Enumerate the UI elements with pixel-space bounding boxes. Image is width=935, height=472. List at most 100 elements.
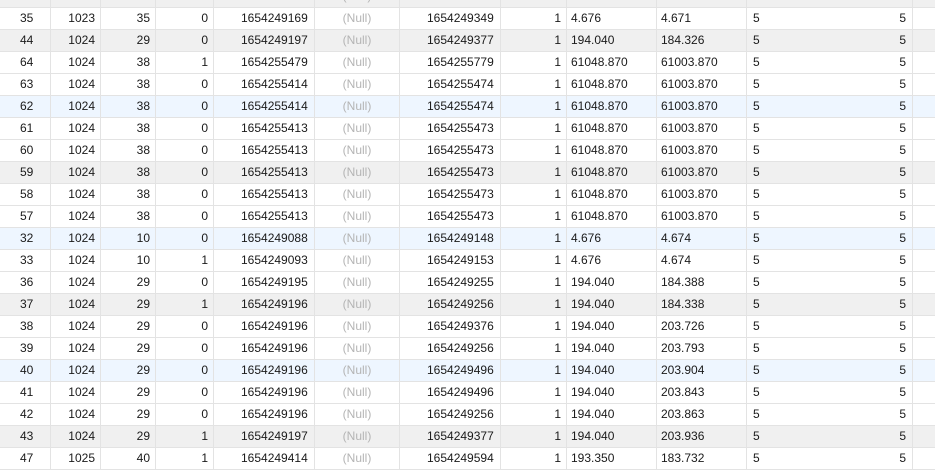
cell-end-time[interactable]: 1654255473 — [400, 118, 501, 139]
cell-flag[interactable]: 1 — [156, 294, 214, 315]
table-row[interactable]: 33 1024 10 1 1654249093 (Null) 1654249153 1 4.67… — [0, 250, 935, 272]
cell-group[interactable]: 1024 — [51, 228, 101, 249]
cell-count-b[interactable]: 5 — [747, 382, 913, 403]
table-row[interactable]: 35 1023 35 0 1654249169 (Null) 1654249349 1 4.67… — [0, 8, 935, 30]
cell-value-b[interactable]: 203.863 — [657, 404, 747, 425]
cell-value-b[interactable]: 183.732 — [657, 448, 747, 469]
cell-start-time[interactable]: 1654249196 — [214, 404, 315, 425]
cell-value-b[interactable]: 61003.870 — [657, 118, 747, 139]
table-row[interactable]: 47 1025 40 1 1654249414 (Null) 1654249594 1 193.… — [0, 448, 935, 470]
cell-count-b[interactable]: 5 — [747, 162, 913, 183]
cell-start-time[interactable]: 1654255413 — [214, 162, 315, 183]
cell-type[interactable]: 38 — [101, 140, 156, 161]
cell-group[interactable]: 1024 — [51, 118, 101, 139]
cell-status[interactable]: 1 — [501, 316, 567, 337]
cell-value-a[interactable]: 194.040 — [567, 404, 657, 425]
cell-value-a[interactable]: 61048.870 — [567, 184, 657, 205]
cell-value-b[interactable]: 203.904 — [657, 360, 747, 381]
cell-flag[interactable]: 0 — [156, 206, 214, 227]
cell-type[interactable]: 29 — [101, 294, 156, 315]
cell-end-time[interactable]: 1654249496 — [400, 360, 501, 381]
cell-type[interactable]: 11 — [101, 0, 156, 7]
cell-group[interactable]: 1024 — [51, 382, 101, 403]
cell-null[interactable]: (Null) — [315, 404, 400, 425]
cell-value-b[interactable]: 203.843 — [657, 382, 747, 403]
cell-status[interactable]: 1 — [501, 426, 567, 447]
cell-status[interactable]: 1 — [501, 294, 567, 315]
cell-null[interactable]: (Null) — [315, 272, 400, 293]
cell-status[interactable]: 1 — [501, 448, 567, 469]
table-row[interactable]: 62 1024 38 0 1654255414 (Null) 1654255474 1 6104… — [0, 96, 935, 118]
cell-flag[interactable]: 0 — [156, 140, 214, 161]
cell-end-time[interactable]: 1654255474 — [400, 96, 501, 117]
cell-id[interactable]: 36 — [0, 272, 51, 293]
cell-start-time[interactable]: 1654249196 — [214, 338, 315, 359]
cell-end-time[interactable]: 1654255779 — [400, 52, 501, 73]
cell-value-b[interactable]: 61003.870 — [657, 184, 747, 205]
cell-group[interactable]: 1024 — [51, 426, 101, 447]
cell-null[interactable]: (Null) — [315, 96, 400, 117]
cell-type[interactable]: 38 — [101, 118, 156, 139]
cell-type[interactable]: 29 — [101, 272, 156, 293]
cell-status[interactable]: 1 — [501, 118, 567, 139]
cell-id[interactable]: 33 — [0, 0, 51, 7]
cell-null[interactable]: (Null) — [315, 448, 400, 469]
cell-value-a[interactable]: 194.040 — [567, 426, 657, 447]
cell-group[interactable]: 1024 — [51, 206, 101, 227]
cell-id[interactable]: 64 — [0, 52, 51, 73]
cell-flag[interactable]: 0 — [156, 228, 214, 249]
cell-flag[interactable]: 0 — [156, 96, 214, 117]
cell-status[interactable]: 1 — [501, 140, 567, 161]
table-row[interactable]: 38 1024 29 0 1654249196 (Null) 1654249376 1 194.… — [0, 316, 935, 338]
cell-type[interactable]: 38 — [101, 96, 156, 117]
table-row[interactable]: 42 1024 29 0 1654249196 (Null) 1654249256 1 194.… — [0, 404, 935, 426]
cell-value-b[interactable]: 4.674 — [657, 228, 747, 249]
cell-count-b[interactable]: 5 — [747, 250, 913, 271]
cell-count-b[interactable]: 5 — [747, 426, 913, 447]
cell-null[interactable]: (Null) — [315, 294, 400, 315]
cell-type[interactable]: 35 — [101, 8, 156, 29]
cell-value-b[interactable]: 61003.870 — [657, 140, 747, 161]
cell-end-time[interactable]: 1654249153 — [400, 250, 501, 271]
table-row[interactable]: 43 1024 29 1 1654249197 (Null) 1654249377 1 194.… — [0, 426, 935, 448]
cell-group[interactable]: 1024 — [51, 30, 101, 51]
table-row[interactable]: 37 1024 29 1 1654249196 (Null) 1654249256 1 194.… — [0, 294, 935, 316]
cell-id[interactable]: 47 — [0, 448, 51, 469]
table-row[interactable]: 36 1024 29 0 1654249195 (Null) 1654249255 1 194.… — [0, 272, 935, 294]
cell-type[interactable]: 29 — [101, 338, 156, 359]
table-row[interactable]: 58 1024 38 0 1654255413 (Null) 1654255473 1 6104… — [0, 184, 935, 206]
cell-start-time[interactable]: 1654255479 — [214, 52, 315, 73]
cell-group[interactable]: 1024 — [51, 316, 101, 337]
cell-flag[interactable]: 0 — [156, 0, 214, 7]
cell-null[interactable]: (Null) — [315, 228, 400, 249]
cell-status[interactable]: 1 — [501, 52, 567, 73]
cell-id[interactable]: 33 — [0, 250, 51, 271]
cell-status[interactable]: 1 — [501, 338, 567, 359]
cell-value-b[interactable]: 184.388 — [657, 272, 747, 293]
cell-end-time[interactable]: 1654249349 — [400, 8, 501, 29]
cell-id[interactable]: 60 — [0, 140, 51, 161]
cell-status[interactable]: 1 — [501, 162, 567, 183]
cell-group[interactable]: 1024 — [51, 162, 101, 183]
cell-id[interactable]: 58 — [0, 184, 51, 205]
cell-value-b[interactable]: 203.793 — [657, 338, 747, 359]
cell-flag[interactable]: 0 — [156, 360, 214, 381]
cell-null[interactable]: (Null) — [315, 0, 400, 7]
cell-status[interactable]: 1 — [501, 382, 567, 403]
table-row[interactable]: 64 1024 38 1 1654255479 (Null) 1654255779 1 6104… — [0, 52, 935, 74]
cell-value-b[interactable]: 61003.870 — [657, 96, 747, 117]
cell-start-time[interactable]: 1654255413 — [214, 140, 315, 161]
cell-count-b[interactable]: 5 — [747, 228, 913, 249]
cell-end-time[interactable]: 1654249256 — [400, 338, 501, 359]
cell-status[interactable]: 1 — [501, 272, 567, 293]
cell-value-a[interactable]: 194.040 — [567, 316, 657, 337]
cell-group[interactable]: 1024 — [51, 184, 101, 205]
cell-end-time[interactable]: 1654249496 — [400, 382, 501, 403]
table-row[interactable]: 32 1024 10 0 1654249088 (Null) 1654249148 1 4.67… — [0, 228, 935, 250]
cell-value-a[interactable]: 61048.870 — [567, 206, 657, 227]
cell-status[interactable]: 1 — [501, 250, 567, 271]
cell-value-a[interactable]: 61048.870 — [567, 74, 657, 95]
cell-end-time[interactable]: 1654249255 — [400, 272, 501, 293]
cell-count-b[interactable]: 5 — [747, 0, 913, 7]
cell-count-b[interactable]: 5 — [747, 30, 913, 51]
